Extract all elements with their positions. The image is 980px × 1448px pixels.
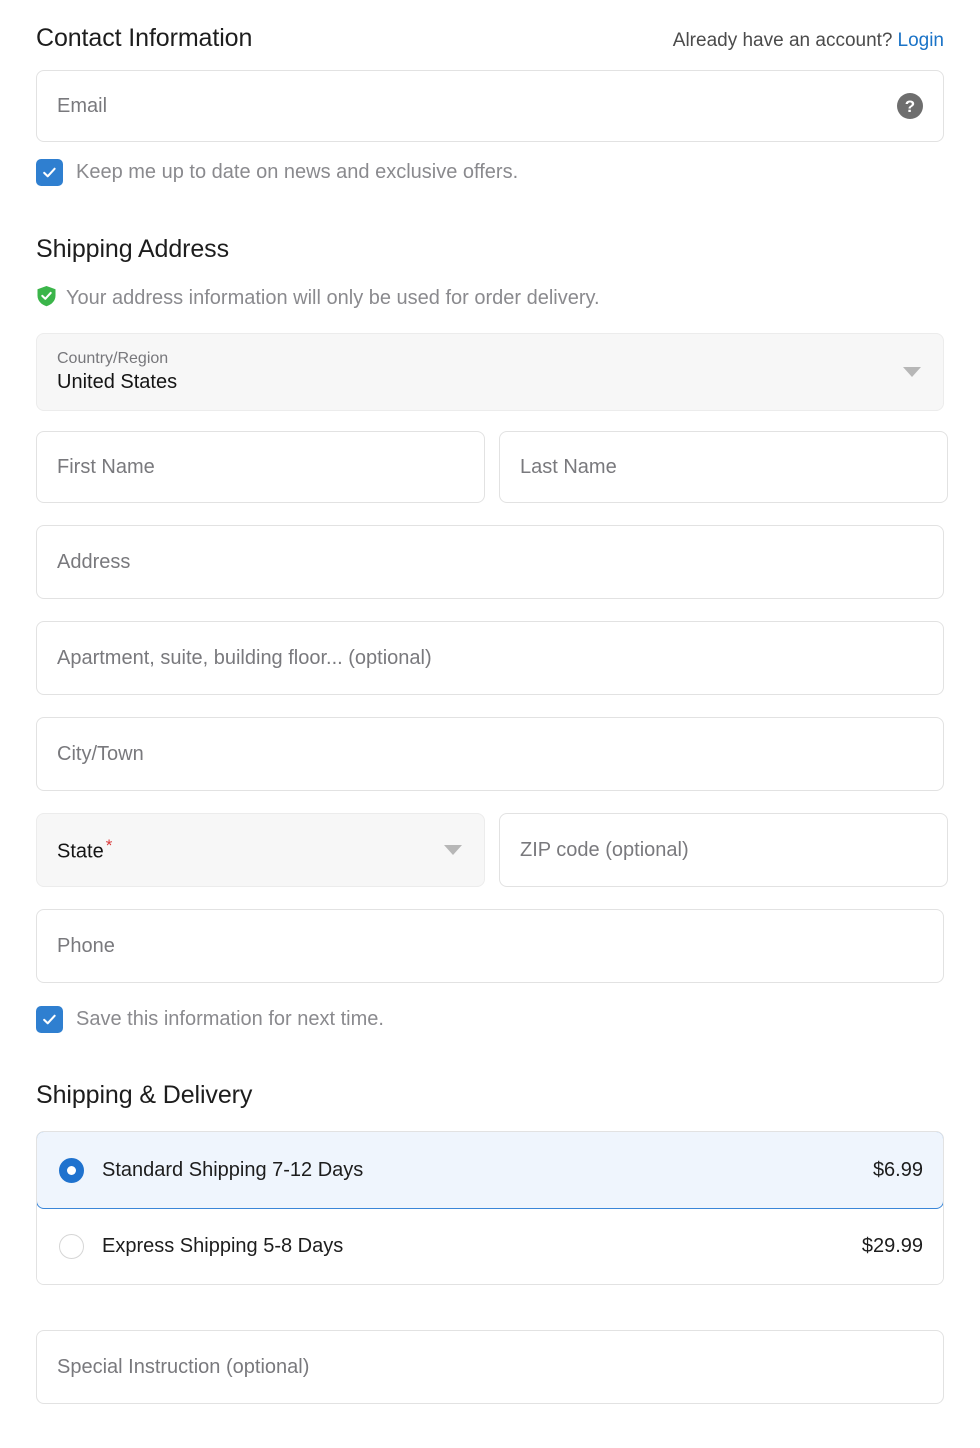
- chevron-down-icon[interactable]: [444, 845, 462, 855]
- address-placeholder: Address: [57, 550, 131, 573]
- shipping-option-price: $6.99: [872, 1158, 923, 1181]
- chevron-down-icon[interactable]: [903, 367, 921, 377]
- shipping-option-standard[interactable]: Standard Shipping 7-12 Days $6.99: [37, 1132, 943, 1209]
- checkmark-icon: [43, 1014, 56, 1025]
- apartment-placeholder: Apartment, suite, building floor... (opt…: [57, 646, 432, 669]
- save-info-checkbox[interactable]: [36, 1006, 63, 1033]
- privacy-note: Your address information will only be us…: [36, 285, 944, 312]
- page-title: Contact Information: [36, 24, 253, 52]
- phone-placeholder: Phone: [57, 934, 115, 957]
- newsletter-checkbox-label: Keep me up to date on news and exclusive…: [76, 161, 519, 183]
- checkout-form-page: Contact Information Already have an acco…: [0, 0, 980, 1448]
- help-icon[interactable]: ?: [897, 93, 923, 119]
- country-region-value: United States: [57, 370, 178, 393]
- radio-selected-icon[interactable]: [59, 1157, 84, 1183]
- checkmark-icon: [43, 167, 56, 178]
- required-asterisk: *: [105, 836, 113, 856]
- email-placeholder: Email: [57, 94, 108, 117]
- apartment-field[interactable]: Apartment, suite, building floor... (opt…: [36, 621, 944, 695]
- city-placeholder: City/Town: [57, 742, 144, 765]
- newsletter-checkbox[interactable]: [36, 159, 63, 186]
- name-row: First Name Last Name: [36, 431, 948, 503]
- special-instruction-field[interactable]: Special Instruction (optional): [36, 1330, 944, 1404]
- radio-unselected-icon[interactable]: [59, 1233, 84, 1259]
- zip-field[interactable]: ZIP code (optional): [499, 813, 948, 887]
- country-region-stack: Country/Region United States: [57, 350, 177, 394]
- email-field[interactable]: Email ?: [36, 70, 944, 142]
- account-prompt: Already have an account? Login: [673, 30, 944, 52]
- shipping-option-express[interactable]: Express Shipping 5-8 Days $29.99: [37, 1208, 943, 1284]
- phone-field[interactable]: Phone: [36, 909, 944, 983]
- state-zip-row: State * ZIP code (optional): [36, 813, 948, 887]
- country-region-select[interactable]: Country/Region United States: [36, 333, 944, 411]
- city-field[interactable]: City/Town: [36, 717, 944, 791]
- state-label: State: [57, 840, 104, 863]
- shipping-address-title: Shipping Address: [36, 235, 229, 263]
- newsletter-checkbox-row[interactable]: Keep me up to date on news and exclusive…: [36, 159, 944, 186]
- shield-check-icon: [36, 285, 57, 312]
- privacy-note-text: Your address information will only be us…: [66, 287, 600, 309]
- contact-information-header: Contact Information Already have an acco…: [36, 24, 944, 52]
- account-prompt-text: Already have an account?: [672, 30, 893, 51]
- shipping-option-label: Standard Shipping 7-12 Days: [102, 1158, 364, 1181]
- shipping-delivery-title: Shipping & Delivery: [36, 1081, 253, 1109]
- special-instruction-placeholder: Special Instruction (optional): [57, 1355, 310, 1378]
- shipping-option-price: $29.99: [861, 1234, 923, 1257]
- state-select[interactable]: State *: [36, 813, 485, 887]
- address-field[interactable]: Address: [36, 525, 944, 599]
- save-info-checkbox-label: Save this information for next time.: [76, 1008, 384, 1030]
- first-name-field[interactable]: First Name: [36, 431, 485, 503]
- last-name-placeholder: Last Name: [520, 455, 617, 478]
- first-name-placeholder: First Name: [57, 455, 155, 478]
- country-region-label: Country/Region: [57, 349, 169, 367]
- shipping-options-list: Standard Shipping 7-12 Days $6.99 Expres…: [36, 1131, 944, 1285]
- shipping-option-label: Express Shipping 5-8 Days: [102, 1234, 344, 1257]
- save-info-checkbox-row[interactable]: Save this information for next time.: [36, 1006, 944, 1033]
- login-link[interactable]: Login: [898, 30, 945, 51]
- state-label-group: State *: [57, 836, 112, 863]
- zip-placeholder: ZIP code (optional): [520, 838, 689, 861]
- last-name-field[interactable]: Last Name: [499, 431, 948, 503]
